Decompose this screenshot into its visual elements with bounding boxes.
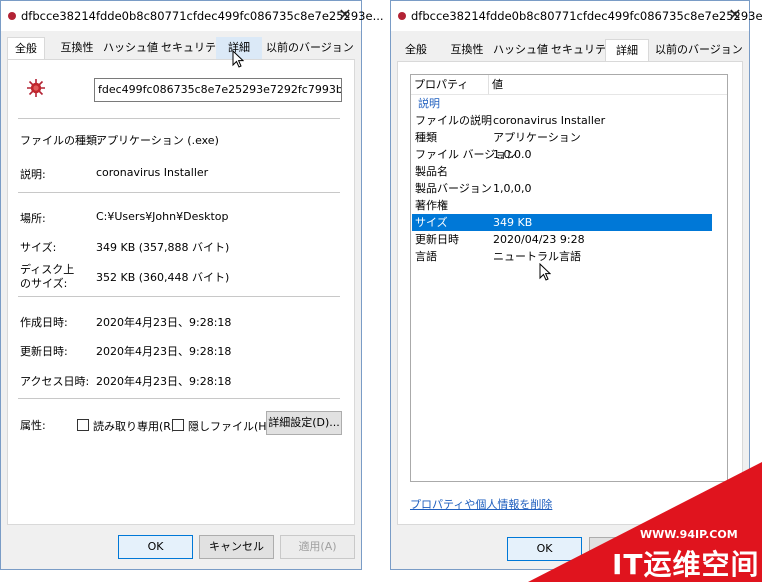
accessed-label: アクセス日時: <box>20 375 90 388</box>
property-value: 1.0.0.0 <box>493 148 532 161</box>
right-tab-hash[interactable]: ハッシュ値 <box>493 39 548 61</box>
right-tab-details[interactable]: 詳細 <box>605 39 649 61</box>
property-row[interactable]: 更新日時 2020/04/23 9:28 <box>412 231 712 248</box>
left-properties-window: dfbcce38214fdde0b8c80771cfdec499fc086735… <box>0 0 384 570</box>
property-row[interactable]: 言語 ニュートラル言語 <box>412 248 712 265</box>
property-key: 製品名 <box>415 165 448 178</box>
property-row[interactable]: ファイルの説明 coronavirus Installer <box>412 112 712 129</box>
accessed-value: 2020年4月23日、9:28:18 <box>96 375 232 388</box>
type-value: アプリケーション (.exe) <box>96 134 219 147</box>
properties-list[interactable]: プロパティ 値 説明 ファイルの説明 coronavirus Installer… <box>410 74 728 482</box>
left-tab-general[interactable]: 全般 <box>7 37 45 59</box>
file-virus-icon <box>27 79 45 97</box>
left-window-title: dfbcce38214fdde0b8c80771cfdec499fc086735… <box>21 9 384 23</box>
right-window-title: dfbcce38214fdde0b8c80771cfdec499fc086735… <box>411 9 762 23</box>
column-header-property[interactable]: プロパティ <box>411 75 489 95</box>
left-tab-strip: 全般 互換性 ハッシュ値 セキュリティ 詳細 以前のバージョン <box>1 37 361 59</box>
left-tab-security[interactable]: セキュリティ <box>161 37 226 59</box>
property-row-selected[interactable]: サイズ 349 KB <box>412 214 712 231</box>
location-label: 場所: <box>20 212 46 225</box>
virus-app-icon <box>8 12 16 20</box>
disk-size-label: ディスク上 のサイズ: <box>20 263 75 290</box>
left-general-panel: fdec499fc086735c8e7e25293e7292fc7993b4c.… <box>7 59 355 525</box>
group-label: 説明 <box>418 97 440 110</box>
left-ok-button[interactable]: OK <box>118 535 193 559</box>
right-tab-compat[interactable]: 互換性 <box>445 39 489 61</box>
readonly-checkbox[interactable] <box>77 419 89 431</box>
divider-4 <box>18 398 340 399</box>
group-description: 説明 <box>412 95 712 112</box>
left-title-bar[interactable]: dfbcce38214fdde0b8c80771cfdec499fc086735… <box>1 1 384 31</box>
property-row[interactable]: 種類 アプリケーション <box>412 129 712 146</box>
right-tab-security[interactable]: セキュリティ <box>551 39 616 61</box>
property-key: 著作権 <box>415 199 448 212</box>
property-value: 2020/04/23 9:28 <box>493 233 585 246</box>
location-value: C:¥Users¥John¥Desktop <box>96 210 229 223</box>
hidden-label[interactable]: 隠しファイル(H) <box>188 418 271 434</box>
watermark-url: WWW.94IP.COM <box>640 528 738 541</box>
property-value: 1,0,0,0 <box>493 182 532 195</box>
filename-field[interactable]: fdec499fc086735c8e7e25293e7292fc7993b4c.… <box>94 78 342 102</box>
size-value: 349 KB (357,888 バイト) <box>96 241 230 254</box>
mouse-cursor-left <box>232 50 244 68</box>
right-tab-general[interactable]: 全般 <box>397 39 435 61</box>
property-value: アプリケーション <box>493 131 581 144</box>
property-key: 種類 <box>415 131 437 144</box>
property-row[interactable]: 製品名 <box>412 163 712 180</box>
right-tab-previous-versions[interactable]: 以前のバージョン <box>655 39 743 61</box>
left-close-icon[interactable]: ✕ <box>334 5 356 25</box>
hidden-checkbox[interactable] <box>172 419 184 431</box>
property-key: ファイル バージョン <box>415 148 518 161</box>
column-header-value[interactable]: 値 <box>489 75 727 95</box>
left-tab-compat[interactable]: 互換性 <box>55 37 99 59</box>
created-value: 2020年4月23日、9:28:18 <box>96 316 232 329</box>
property-key: サイズ <box>415 216 448 229</box>
readonly-label[interactable]: 読み取り専用(R) <box>93 418 175 434</box>
watermark-text: IT运维空间 <box>612 548 760 581</box>
created-label: 作成日時: <box>20 316 68 329</box>
advanced-button[interactable]: 詳細設定(D)... <box>266 411 342 435</box>
right-title-bar[interactable]: dfbcce38214fdde0b8c80771cfdec499fc086735… <box>391 1 762 31</box>
virus-app-icon <box>398 12 406 20</box>
property-row[interactable]: ファイル バージョン 1.0.0.0 <box>412 146 712 163</box>
disk-size-value: 352 KB (360,448 バイト) <box>96 271 230 284</box>
right-close-icon[interactable]: ✕ <box>724 5 746 25</box>
property-value: coronavirus Installer <box>493 114 606 127</box>
size-label: サイズ: <box>20 241 57 254</box>
left-tab-previous-versions[interactable]: 以前のバージョン <box>266 37 354 59</box>
modified-value: 2020年4月23日、9:28:18 <box>96 345 232 358</box>
left-apply-button[interactable]: 適用(A) <box>280 535 355 559</box>
property-row[interactable]: 製品バージョン 1,0,0,0 <box>412 180 712 197</box>
description-value: coronavirus Installer <box>96 166 209 179</box>
property-value: ニュートラル言語 <box>493 250 581 263</box>
left-tab-hash[interactable]: ハッシュ値 <box>103 37 158 59</box>
divider-1 <box>18 118 340 119</box>
property-key: 更新日時 <box>415 233 459 246</box>
property-key: 言語 <box>415 250 437 263</box>
type-label: ファイルの種類: <box>20 134 101 147</box>
divider-2 <box>18 192 340 193</box>
property-key: ファイルの説明 <box>415 114 492 127</box>
right-tab-strip: 全般 互換性 ハッシュ値 セキュリティ 詳細 以前のバージョン <box>391 39 749 61</box>
divider-3 <box>18 296 340 297</box>
attributes-label: 属性: <box>20 419 46 432</box>
modified-label: 更新日時: <box>20 345 68 358</box>
mouse-cursor-right <box>539 263 551 281</box>
property-value: 349 KB <box>493 216 533 229</box>
left-cancel-button[interactable]: キャンセル <box>199 535 274 559</box>
description-label: 説明: <box>20 168 46 181</box>
property-row[interactable]: 著作権 <box>412 197 712 214</box>
property-key: 製品バージョン <box>415 182 492 195</box>
right-details-panel: プロパティ 値 説明 ファイルの説明 coronavirus Installer… <box>397 61 743 525</box>
